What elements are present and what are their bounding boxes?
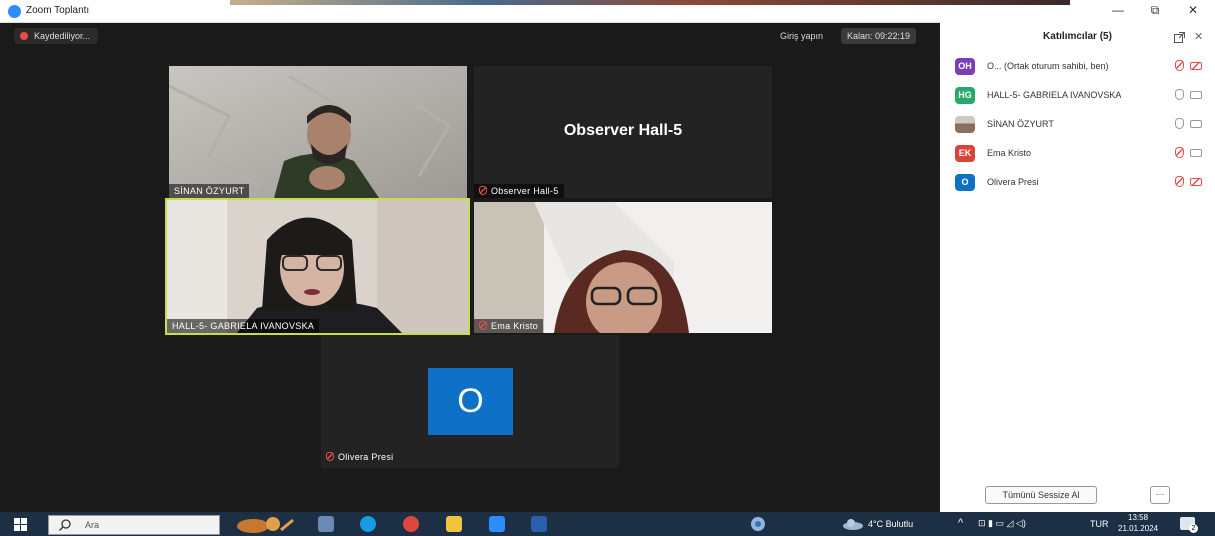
participant-name: Ema Kristo	[987, 148, 1032, 158]
tile-name-sinan: SİNAN ÖZYURT	[169, 184, 250, 198]
notification-center-icon[interactable]: 2	[1180, 517, 1198, 533]
video-icon[interactable]	[1190, 91, 1202, 99]
tile-name-olivera-label: Olivera Presi	[338, 452, 394, 462]
olivera-avatar: O	[428, 368, 513, 435]
tile-name-observer: Observer Hall-5	[474, 184, 564, 198]
mic-muted-icon	[479, 186, 487, 195]
participant-avatar	[955, 116, 975, 133]
tile-name-ema: Ema Kristo	[474, 319, 544, 333]
search-icon	[59, 519, 71, 531]
video-off-icon[interactable]	[1190, 62, 1202, 70]
participant-row[interactable]: EK Ema Kristo	[952, 143, 1208, 165]
participant-avatar: O	[955, 174, 975, 191]
participant-name: Olivera Presi	[987, 177, 1039, 187]
mic-icon[interactable]	[1175, 89, 1184, 100]
video-off-icon[interactable]	[1190, 178, 1202, 186]
clock-date[interactable]: 21.01.2024	[1118, 524, 1158, 533]
word-icon[interactable]	[531, 516, 547, 532]
clock-time[interactable]: 13:58	[1128, 513, 1148, 522]
chrome-icon[interactable]	[403, 516, 419, 532]
recording-indicator[interactable]: Kaydediliyor...	[14, 28, 99, 44]
remaining-time-badge: Kalan: 09:22:19	[841, 28, 917, 44]
mute-all-button[interactable]: Tümünü Sessize Al	[985, 486, 1097, 504]
edge-icon[interactable]	[360, 516, 376, 532]
participant-name: HALL-5- GABRIELA IVANOVSKA	[987, 90, 1122, 100]
mic-icon[interactable]	[1175, 118, 1184, 129]
language-indicator[interactable]: TUR	[1090, 519, 1109, 529]
minimize-button[interactable]: —	[1108, 3, 1128, 17]
video-tile-observer[interactable]: Observer Hall-5 Observer Hall-5	[474, 66, 772, 198]
mic-muted-icon[interactable]	[1175, 147, 1184, 158]
video-tile-sinan[interactable]: SİNAN ÖZYURT	[169, 66, 467, 198]
participant-name: SİNAN ÖZYURT	[987, 119, 1054, 129]
tray-chevron-icon[interactable]: ^	[958, 517, 963, 529]
mic-muted-icon	[326, 452, 334, 461]
zoom-icon[interactable]	[489, 516, 505, 532]
tile-name-observer-label: Observer Hall-5	[491, 186, 559, 196]
participant-row[interactable]: HG HALL-5- GABRIELA IVANOVSKA	[952, 85, 1208, 107]
video-tile-gabriela[interactable]: HALL-5- GABRIELA IVANOVSKA	[165, 198, 470, 335]
taskbar-search-box[interactable]: Ara	[48, 515, 220, 535]
windows-start-icon[interactable]	[14, 518, 27, 531]
window-titlebar: Zoom Toplantı — ⧉ ✕	[0, 0, 1215, 23]
more-options-button[interactable]: ···	[1150, 486, 1170, 504]
restore-button[interactable]: ⧉	[1145, 3, 1165, 18]
tray-icons[interactable]: ⊡ ▮ ▭ ◿ ◁)	[978, 518, 1026, 529]
participant-avatar: EK	[955, 145, 975, 162]
tile-name-olivera: Olivera Presi	[321, 450, 398, 464]
video-tile-olivera[interactable]: O Olivera Presi	[321, 335, 619, 468]
cloud-icon	[843, 519, 863, 530]
notification-count: 2	[1189, 524, 1198, 533]
signin-button[interactable]: Giriş yapın	[774, 28, 829, 44]
sinan-video-frame	[169, 66, 467, 198]
participants-panel: Katılımcılar (5) ✕ OH O... (Ortak oturum …	[940, 22, 1215, 512]
windows-taskbar: Ara 4°C Bulutlu ^ ⊡ ▮ ▭ ◿ ◁) TUR 13:58 2…	[0, 512, 1215, 536]
meeting-video-area: Kaydediliyor... Giriş yapın Kalan: 09:22…	[6, 24, 933, 512]
popout-icon[interactable]	[1174, 32, 1185, 43]
participants-panel-header: Katılımcılar (5) ✕	[940, 22, 1215, 52]
zoom-app-icon	[8, 5, 21, 18]
video-icon[interactable]	[1190, 149, 1202, 157]
tile-name-ema-label: Ema Kristo	[491, 321, 539, 331]
search-highlight-image	[237, 517, 294, 533]
participant-name: O... (Ortak oturum sahibi, ben)	[987, 61, 1109, 71]
video-tile-ema[interactable]: Ema Kristo	[474, 202, 772, 333]
weather-text[interactable]: 4°C Bulutlu	[868, 519, 913, 529]
ema-video-frame	[474, 202, 772, 333]
task-view-icon[interactable]	[318, 516, 334, 532]
close-panel-icon[interactable]: ✕	[1194, 30, 1203, 43]
gabriela-video-frame	[167, 200, 468, 333]
participant-row[interactable]: O Olivera Presi	[952, 172, 1208, 194]
mic-muted-icon[interactable]	[1175, 176, 1184, 187]
video-icon[interactable]	[1190, 120, 1202, 128]
participant-row[interactable]: SİNAN ÖZYURT	[952, 114, 1208, 136]
chrome-profile-icon[interactable]	[750, 516, 766, 532]
close-button[interactable]: ✕	[1183, 3, 1203, 17]
tile-name-gabriela: HALL-5- GABRIELA IVANOVSKA	[167, 319, 320, 333]
observer-display-name: Observer Hall-5	[563, 122, 683, 139]
background-strip	[230, 0, 1070, 5]
mic-muted-icon	[479, 321, 487, 330]
window-title: Zoom Toplantı	[26, 5, 90, 16]
search-placeholder: Ara	[85, 520, 100, 530]
participant-avatar: HG	[955, 87, 975, 104]
participant-avatar: OH	[955, 58, 975, 75]
participant-row[interactable]: OH O... (Ortak oturum sahibi, ben)	[952, 56, 1208, 78]
file-explorer-icon[interactable]	[446, 516, 462, 532]
mic-muted-icon[interactable]	[1175, 60, 1184, 71]
